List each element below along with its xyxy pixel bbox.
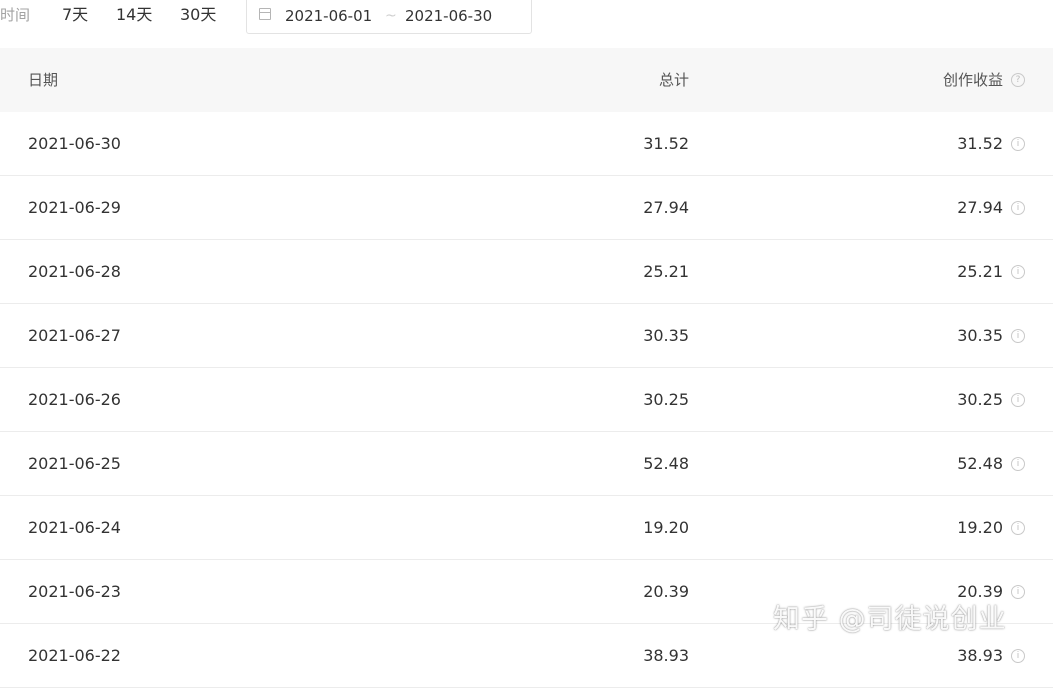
column-header-date: 日期 <box>28 71 59 89</box>
row-date: 2021-06-28 <box>28 262 121 281</box>
question-circle-icon[interactable]: ? <box>1011 73 1025 87</box>
row-date: 2021-06-26 <box>28 390 121 409</box>
time-filter-label: 时间 <box>0 6 31 24</box>
date-range-picker[interactable]: 2021-06-01 ~ 2021-06-30 <box>246 0 532 34</box>
time-filter-bar: 时间 7天 14天 30天 2021-06-01 ~ 2021-06-30 <box>0 0 1053 38</box>
range-14-days-button[interactable]: 14天 <box>116 5 152 25</box>
table-header: 日期 总计 创作收益 ? <box>0 48 1053 112</box>
table-row: 2021-06-24 19.20 19.20 i <box>0 496 1053 560</box>
row-total: 30.25 <box>643 390 689 409</box>
date-range-separator: ~ <box>385 8 397 24</box>
table-row: 2021-06-29 27.94 27.94 i <box>0 176 1053 240</box>
row-total: 30.35 <box>643 326 689 345</box>
info-circle-icon[interactable]: i <box>1011 521 1025 535</box>
date-range-start[interactable]: 2021-06-01 <box>285 6 372 26</box>
row-date: 2021-06-23 <box>28 582 121 601</box>
table-row: 2021-06-25 52.48 52.48 i <box>0 432 1053 496</box>
row-income: 30.25 <box>957 390 1003 409</box>
table-row: 2021-06-27 30.35 30.35 i <box>0 304 1053 368</box>
row-date: 2021-06-25 <box>28 454 121 473</box>
row-income: 25.21 <box>957 262 1003 281</box>
row-income: 27.94 <box>957 198 1003 217</box>
calendar-icon <box>259 8 271 20</box>
row-date: 2021-06-29 <box>28 198 121 217</box>
row-date: 2021-06-27 <box>28 326 121 345</box>
row-total: 27.94 <box>643 198 689 217</box>
info-circle-icon[interactable]: i <box>1011 649 1025 663</box>
range-7-days-button[interactable]: 7天 <box>62 5 88 25</box>
info-circle-icon[interactable]: i <box>1011 393 1025 407</box>
row-total: 31.52 <box>643 134 689 153</box>
info-circle-icon[interactable]: i <box>1011 585 1025 599</box>
info-circle-icon[interactable]: i <box>1011 265 1025 279</box>
column-header-total: 总计 <box>658 71 689 89</box>
info-circle-icon[interactable]: i <box>1011 329 1025 343</box>
row-total: 25.21 <box>643 262 689 281</box>
row-total: 19.20 <box>643 518 689 537</box>
row-total: 20.39 <box>643 582 689 601</box>
row-income: 52.48 <box>957 454 1003 473</box>
table-row: 2021-06-28 25.21 25.21 i <box>0 240 1053 304</box>
range-30-days-button[interactable]: 30天 <box>180 5 216 25</box>
row-total: 52.48 <box>643 454 689 473</box>
column-header-income: 创作收益 <box>942 71 1003 89</box>
row-date: 2021-06-30 <box>28 134 121 153</box>
row-income: 31.52 <box>957 134 1003 153</box>
row-income: 19.20 <box>957 518 1003 537</box>
zhihu-watermark: 知乎 @司徒说创业 <box>773 604 1007 635</box>
table-row: 2021-06-30 31.52 31.52 i <box>0 112 1053 176</box>
earnings-table: 日期 总计 创作收益 ? 2021-06-30 31.52 31.52 i 20… <box>0 48 1053 688</box>
row-date: 2021-06-22 <box>28 646 121 665</box>
date-range-end[interactable]: 2021-06-30 <box>405 6 492 26</box>
info-circle-icon[interactable]: i <box>1011 201 1025 215</box>
info-circle-icon[interactable]: i <box>1011 137 1025 151</box>
row-total: 38.93 <box>643 646 689 665</box>
row-income: 30.35 <box>957 326 1003 345</box>
info-circle-icon[interactable]: i <box>1011 457 1025 471</box>
row-date: 2021-06-24 <box>28 518 121 537</box>
table-row: 2021-06-26 30.25 30.25 i <box>0 368 1053 432</box>
